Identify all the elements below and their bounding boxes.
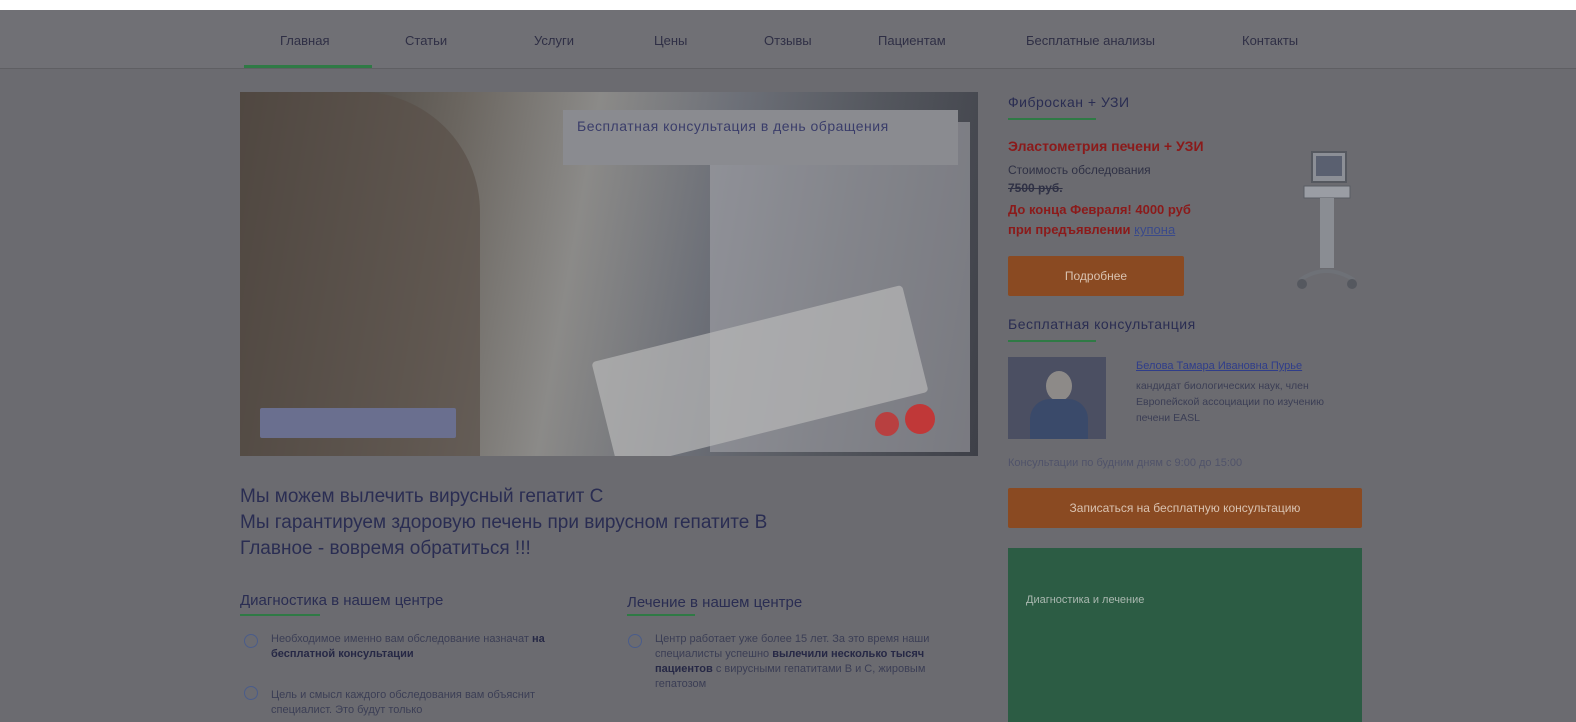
promo-offer-line: До конца Февраля! 4000 руб [1008, 202, 1191, 217]
promo-details-button[interactable]: Подробнее [1008, 256, 1184, 296]
nav-active-indicator [244, 65, 372, 68]
coupon-link[interactable]: купона [1134, 222, 1175, 237]
main-nav: Главная Статьи Услуги Цены Отзывы Пациен… [0, 10, 1576, 69]
check-circle-icon [244, 686, 258, 700]
nav-item-free-tests[interactable]: Бесплатные анализы [1026, 33, 1155, 48]
treatment-underline [627, 614, 695, 616]
consult-underline [1008, 340, 1096, 342]
doctor-name-link[interactable]: Белова Тамара Ивановна Пурье [1136, 360, 1302, 372]
doctor-description: кандидат биологических наук, член Европе… [1136, 380, 1325, 424]
green-box-text: Диагностика и лечение [1026, 594, 1145, 606]
check-circle-icon [244, 634, 258, 648]
signup-consult-button[interactable]: Записаться на бесплатную консультацию [1008, 488, 1362, 528]
diagnostics-underline [240, 614, 320, 616]
statement-line: Мы гарантируем здоровую печень при вирус… [240, 512, 768, 533]
check-circle-icon [628, 634, 642, 648]
nav-item-patients[interactable]: Пациентам [878, 33, 946, 48]
doctor-head [1046, 371, 1072, 401]
nav-item-contacts[interactable]: Контакты [1242, 33, 1298, 48]
diagnostics-item: Цель и смысл каждого обследования вам об… [271, 689, 536, 716]
nav-item-prices[interactable]: Цены [654, 33, 687, 48]
slider-next-dot[interactable] [905, 404, 935, 434]
main-statements: Мы можем вылечить вирусный гепатит С Мы … [240, 484, 767, 562]
treatment-item: Центр работает уже более 15 лет. За это … [655, 633, 930, 690]
page: Главная Статьи Услуги Цены Отзывы Пациен… [0, 0, 1576, 722]
nav-item-home[interactable]: Главная [280, 33, 329, 48]
doctor-avatar [1008, 357, 1106, 439]
ultrasound-device-image [1297, 151, 1357, 289]
consult-heading: Бесплатная консультанция [1008, 316, 1196, 332]
promo-cost-label: Стоимость обследования [1008, 163, 1151, 177]
fibroscan-underline [1008, 118, 1096, 120]
promo-title: Эластометрия печени + УЗИ [1008, 138, 1204, 154]
consult-hours: Консультации по будним дням с 9:00 до 15… [1008, 457, 1243, 469]
green-info-box[interactable] [1008, 548, 1362, 722]
nav-item-reviews[interactable]: Отзывы [764, 33, 812, 48]
hero-caption-chip[interactable] [260, 408, 456, 438]
nav-item-services[interactable]: Услуги [534, 33, 574, 48]
treatment-heading: Лечение в нашем центре [627, 594, 803, 611]
nav-item-articles[interactable]: Статьи [405, 33, 447, 48]
top-strip [0, 0, 1576, 10]
hero-banner-text: Бесплатная консультация в день обращения [577, 118, 889, 134]
slider-prev-dot[interactable] [875, 412, 899, 436]
statement-line: Главное - вовремя обратиться !!! [240, 538, 531, 559]
statement-line: Мы можем вылечить вирусный гепатит С [240, 486, 604, 507]
doctor-body [1030, 399, 1088, 439]
promo-old-price: 7500 руб. [1008, 181, 1063, 195]
diagnostics-heading: Диагностика в нашем центре [240, 592, 444, 609]
fibroscan-heading: Фиброскан + УЗИ [1008, 94, 1130, 110]
patient-figure [240, 92, 480, 456]
diagnostics-item: Необходимое именно вам обследование назн… [271, 633, 545, 660]
promo-offer-line: при предъявлении купона [1008, 222, 1176, 237]
